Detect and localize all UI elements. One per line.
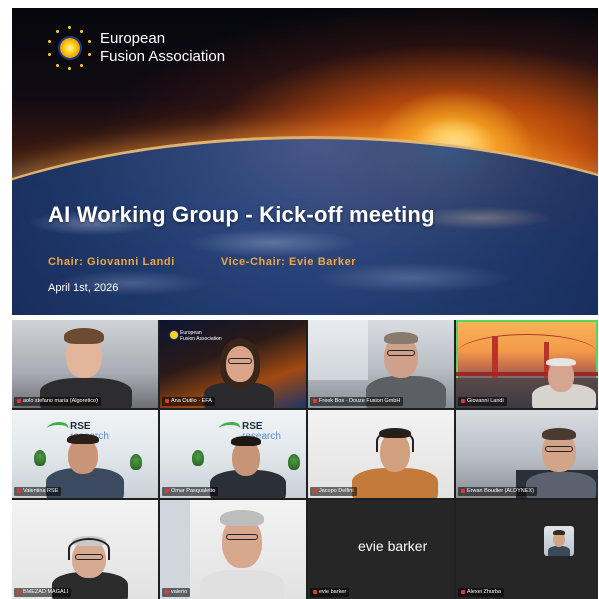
- plant-decoration: [34, 450, 46, 466]
- efa-mini-logo: European Fusion Association: [170, 330, 222, 342]
- headset-icon: [68, 538, 110, 560]
- participant-tile[interactable]: Freek Bos - Douze Fusion GmbH: [308, 320, 454, 408]
- slide-title: AI Working Group - Kick-off meeting: [48, 202, 435, 227]
- participant-tile[interactable]: valerio: [160, 500, 306, 599]
- thumbnail-hair: [553, 530, 565, 535]
- chair-label: Chair: Giovanni Landi: [48, 256, 175, 268]
- efa-logo-icon: [48, 26, 92, 70]
- efa-logo: European Fusion Association: [48, 26, 225, 70]
- wall-window: [160, 500, 190, 599]
- participant-tile[interactable]: Alexei Zhurba: [456, 500, 598, 599]
- logo-line-1: European: [100, 30, 166, 47]
- camera-off-name: evie barker: [358, 538, 428, 554]
- plant-decoration: [192, 450, 204, 466]
- plant-decoration: [130, 454, 142, 470]
- rse-logo-wave: [43, 422, 71, 436]
- video-grid: aolo stefano maria (Algoretico) European…: [12, 320, 598, 599]
- participant-tile[interactable]: aolo stefano maria (Algoretico): [12, 320, 158, 408]
- participant-name: Alexei Zhurba: [458, 588, 504, 597]
- participant-name: Giovanni Landi: [458, 397, 507, 406]
- participant-tile-camera-off[interactable]: evie barker evie barker: [308, 500, 454, 599]
- participant-name: evie barker: [310, 588, 350, 597]
- participant-name: Omar Pasqualetto: [162, 487, 219, 496]
- participant-tile[interactable]: Jacopo Delfini: [308, 410, 454, 498]
- participant-name: Jacopo Delfini: [310, 487, 357, 496]
- participant-tile[interactable]: RSEresearch Valentina RSE: [12, 410, 158, 498]
- efa-mini-logo-icon: [170, 331, 178, 339]
- logo-line-2: Fusion Association: [100, 48, 226, 65]
- efa-mini-logo-line2: Fusion Association: [180, 336, 222, 342]
- participant-tile[interactable]: BMEZAD MAGALI: [12, 500, 158, 599]
- participant-tile[interactable]: Erwan Boudier (ALDYNEX): [456, 410, 598, 498]
- participant-thumbnail: [544, 526, 574, 556]
- participant-name: Erwan Boudier (ALDYNEX): [458, 487, 537, 496]
- participant-name: Freek Bos - Douze Fusion GmbH: [310, 397, 404, 406]
- thumbnail-body: [548, 546, 570, 556]
- efa-logo-text: European Fusion Association: [100, 30, 225, 66]
- slide-date: April 1st, 2026: [48, 282, 119, 294]
- headset-icon: [376, 430, 414, 452]
- vice-chair-label: Vice-Chair: Evie Barker: [220, 256, 357, 268]
- participant-name: valerio: [162, 588, 191, 597]
- participant-tile[interactable]: RSE research Omar Pasqualetto: [160, 410, 306, 498]
- participant-tile-active-speaker[interactable]: Giovanni Landi: [456, 320, 598, 408]
- presentation-slide: European Fusion Association AI Working G…: [12, 8, 598, 315]
- rse-logo-wave: [215, 422, 243, 436]
- plant-decoration: [288, 454, 300, 470]
- participant-tile[interactable]: European Fusion Association Ana Outilo -…: [160, 320, 306, 408]
- bridge-cables: [456, 334, 598, 374]
- participant-name: Valentina RSE: [14, 487, 62, 496]
- participant-name: aolo stefano maria (Algoretico): [14, 397, 101, 406]
- participant-name: BMEZAD MAGALI: [14, 588, 72, 597]
- office-window: [308, 320, 368, 380]
- chairs-line: Chair: Giovanni Landi Vice-Chair: Evie Ba…: [48, 256, 356, 268]
- participant-name: Ana Outilo - EFA: [162, 397, 215, 406]
